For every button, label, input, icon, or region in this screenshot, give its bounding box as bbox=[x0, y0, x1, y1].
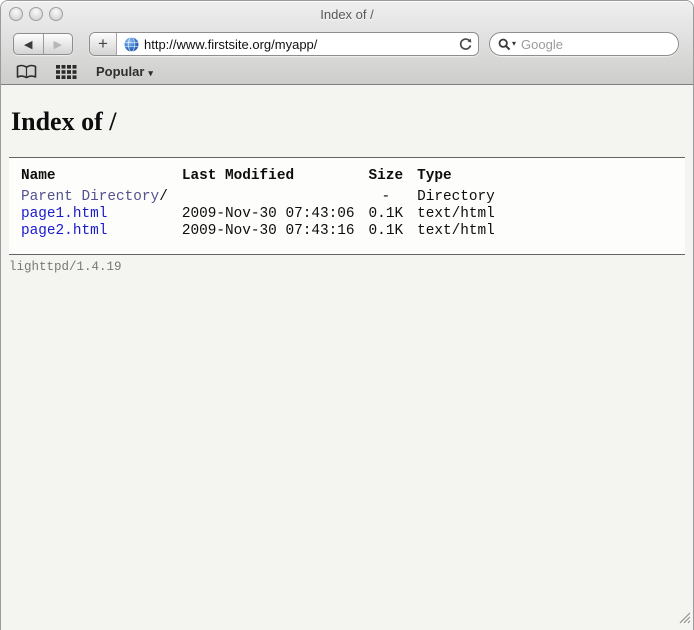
window-title: Index of / bbox=[1, 1, 693, 29]
browser-chrome: Index of / ◀ ▶ + bbox=[1, 1, 693, 85]
last-modified-cell bbox=[182, 189, 369, 206]
page-content: Index of / Name Last Modified Size Type … bbox=[1, 85, 693, 630]
close-button[interactable] bbox=[9, 7, 23, 21]
add-bookmark-button[interactable]: + bbox=[90, 33, 117, 55]
search-field[interactable]: ▾ bbox=[489, 32, 679, 56]
server-signature: lighttpd/1.4.19 bbox=[9, 255, 685, 274]
toolbar: ◀ ▶ + bbox=[1, 29, 693, 59]
file-link-page1[interactable]: page1.html bbox=[21, 206, 107, 222]
google-search-input[interactable] bbox=[521, 37, 670, 52]
directory-listing: Name Last Modified Size Type Parent Dire… bbox=[9, 157, 685, 255]
bookmarks-bar: Popular ▾ bbox=[1, 59, 693, 84]
file-link-page2[interactable]: page2.html bbox=[21, 223, 107, 239]
directory-table: Name Last Modified Size Type Parent Dire… bbox=[21, 168, 509, 240]
forward-arrow-icon: ▶ bbox=[54, 38, 62, 51]
size-cell: 0.1K bbox=[369, 206, 418, 223]
reload-button[interactable] bbox=[452, 33, 478, 55]
table-header-row: Name Last Modified Size Type bbox=[21, 168, 509, 189]
name-suffix: / bbox=[159, 189, 168, 205]
size-cell: 0.1K bbox=[369, 223, 418, 240]
back-arrow-icon: ◀ bbox=[24, 38, 32, 51]
type-cell: text/html bbox=[417, 223, 509, 240]
back-button[interactable]: ◀ bbox=[14, 34, 44, 54]
reload-icon bbox=[459, 38, 472, 51]
nav-buttons: ◀ ▶ bbox=[13, 33, 73, 55]
forward-button[interactable]: ▶ bbox=[44, 34, 73, 54]
zoom-button[interactable] bbox=[49, 7, 63, 21]
search-options-button[interactable]: ▾ bbox=[498, 38, 516, 51]
globe-icon bbox=[124, 37, 139, 52]
window-controls bbox=[9, 7, 63, 21]
table-row: Parent Directory/ - Directory bbox=[21, 189, 509, 206]
address-input[interactable] bbox=[144, 37, 452, 52]
magnifier-icon bbox=[498, 38, 511, 51]
bookmark-label: Popular bbox=[96, 64, 144, 79]
plus-icon: + bbox=[98, 34, 108, 54]
column-header-last-modified: Last Modified bbox=[182, 168, 369, 189]
search-caret-icon: ▾ bbox=[512, 40, 516, 48]
type-cell: Directory bbox=[417, 189, 509, 206]
browser-window: Index of / ◀ ▶ + bbox=[0, 0, 694, 630]
resize-grip[interactable] bbox=[676, 609, 691, 629]
last-modified-cell: 2009-Nov-30 07:43:06 bbox=[182, 206, 369, 223]
column-header-name: Name bbox=[21, 168, 182, 189]
grid-icon bbox=[56, 65, 77, 79]
table-row: page1.html 2009-Nov-30 07:43:06 0.1K tex… bbox=[21, 206, 509, 223]
table-row: page2.html 2009-Nov-30 07:43:16 0.1K tex… bbox=[21, 223, 509, 240]
bookmark-item-popular[interactable]: Popular ▾ bbox=[96, 64, 153, 79]
page-title: Index of / bbox=[11, 107, 685, 137]
chevron-down-icon: ▾ bbox=[148, 68, 153, 79]
parent-directory-link[interactable]: Parent Directory bbox=[21, 189, 159, 205]
type-cell: text/html bbox=[417, 206, 509, 223]
open-book-icon bbox=[16, 64, 37, 79]
address-bar-group: + bbox=[89, 32, 479, 56]
collections-grid-button[interactable] bbox=[56, 65, 77, 79]
size-cell: - bbox=[369, 189, 418, 206]
column-header-size: Size bbox=[369, 168, 418, 189]
show-bookmarks-button[interactable] bbox=[16, 64, 37, 79]
title-bar[interactable]: Index of / bbox=[1, 1, 693, 29]
last-modified-cell: 2009-Nov-30 07:43:16 bbox=[182, 223, 369, 240]
minimize-button[interactable] bbox=[29, 7, 43, 21]
column-header-type: Type bbox=[417, 168, 509, 189]
